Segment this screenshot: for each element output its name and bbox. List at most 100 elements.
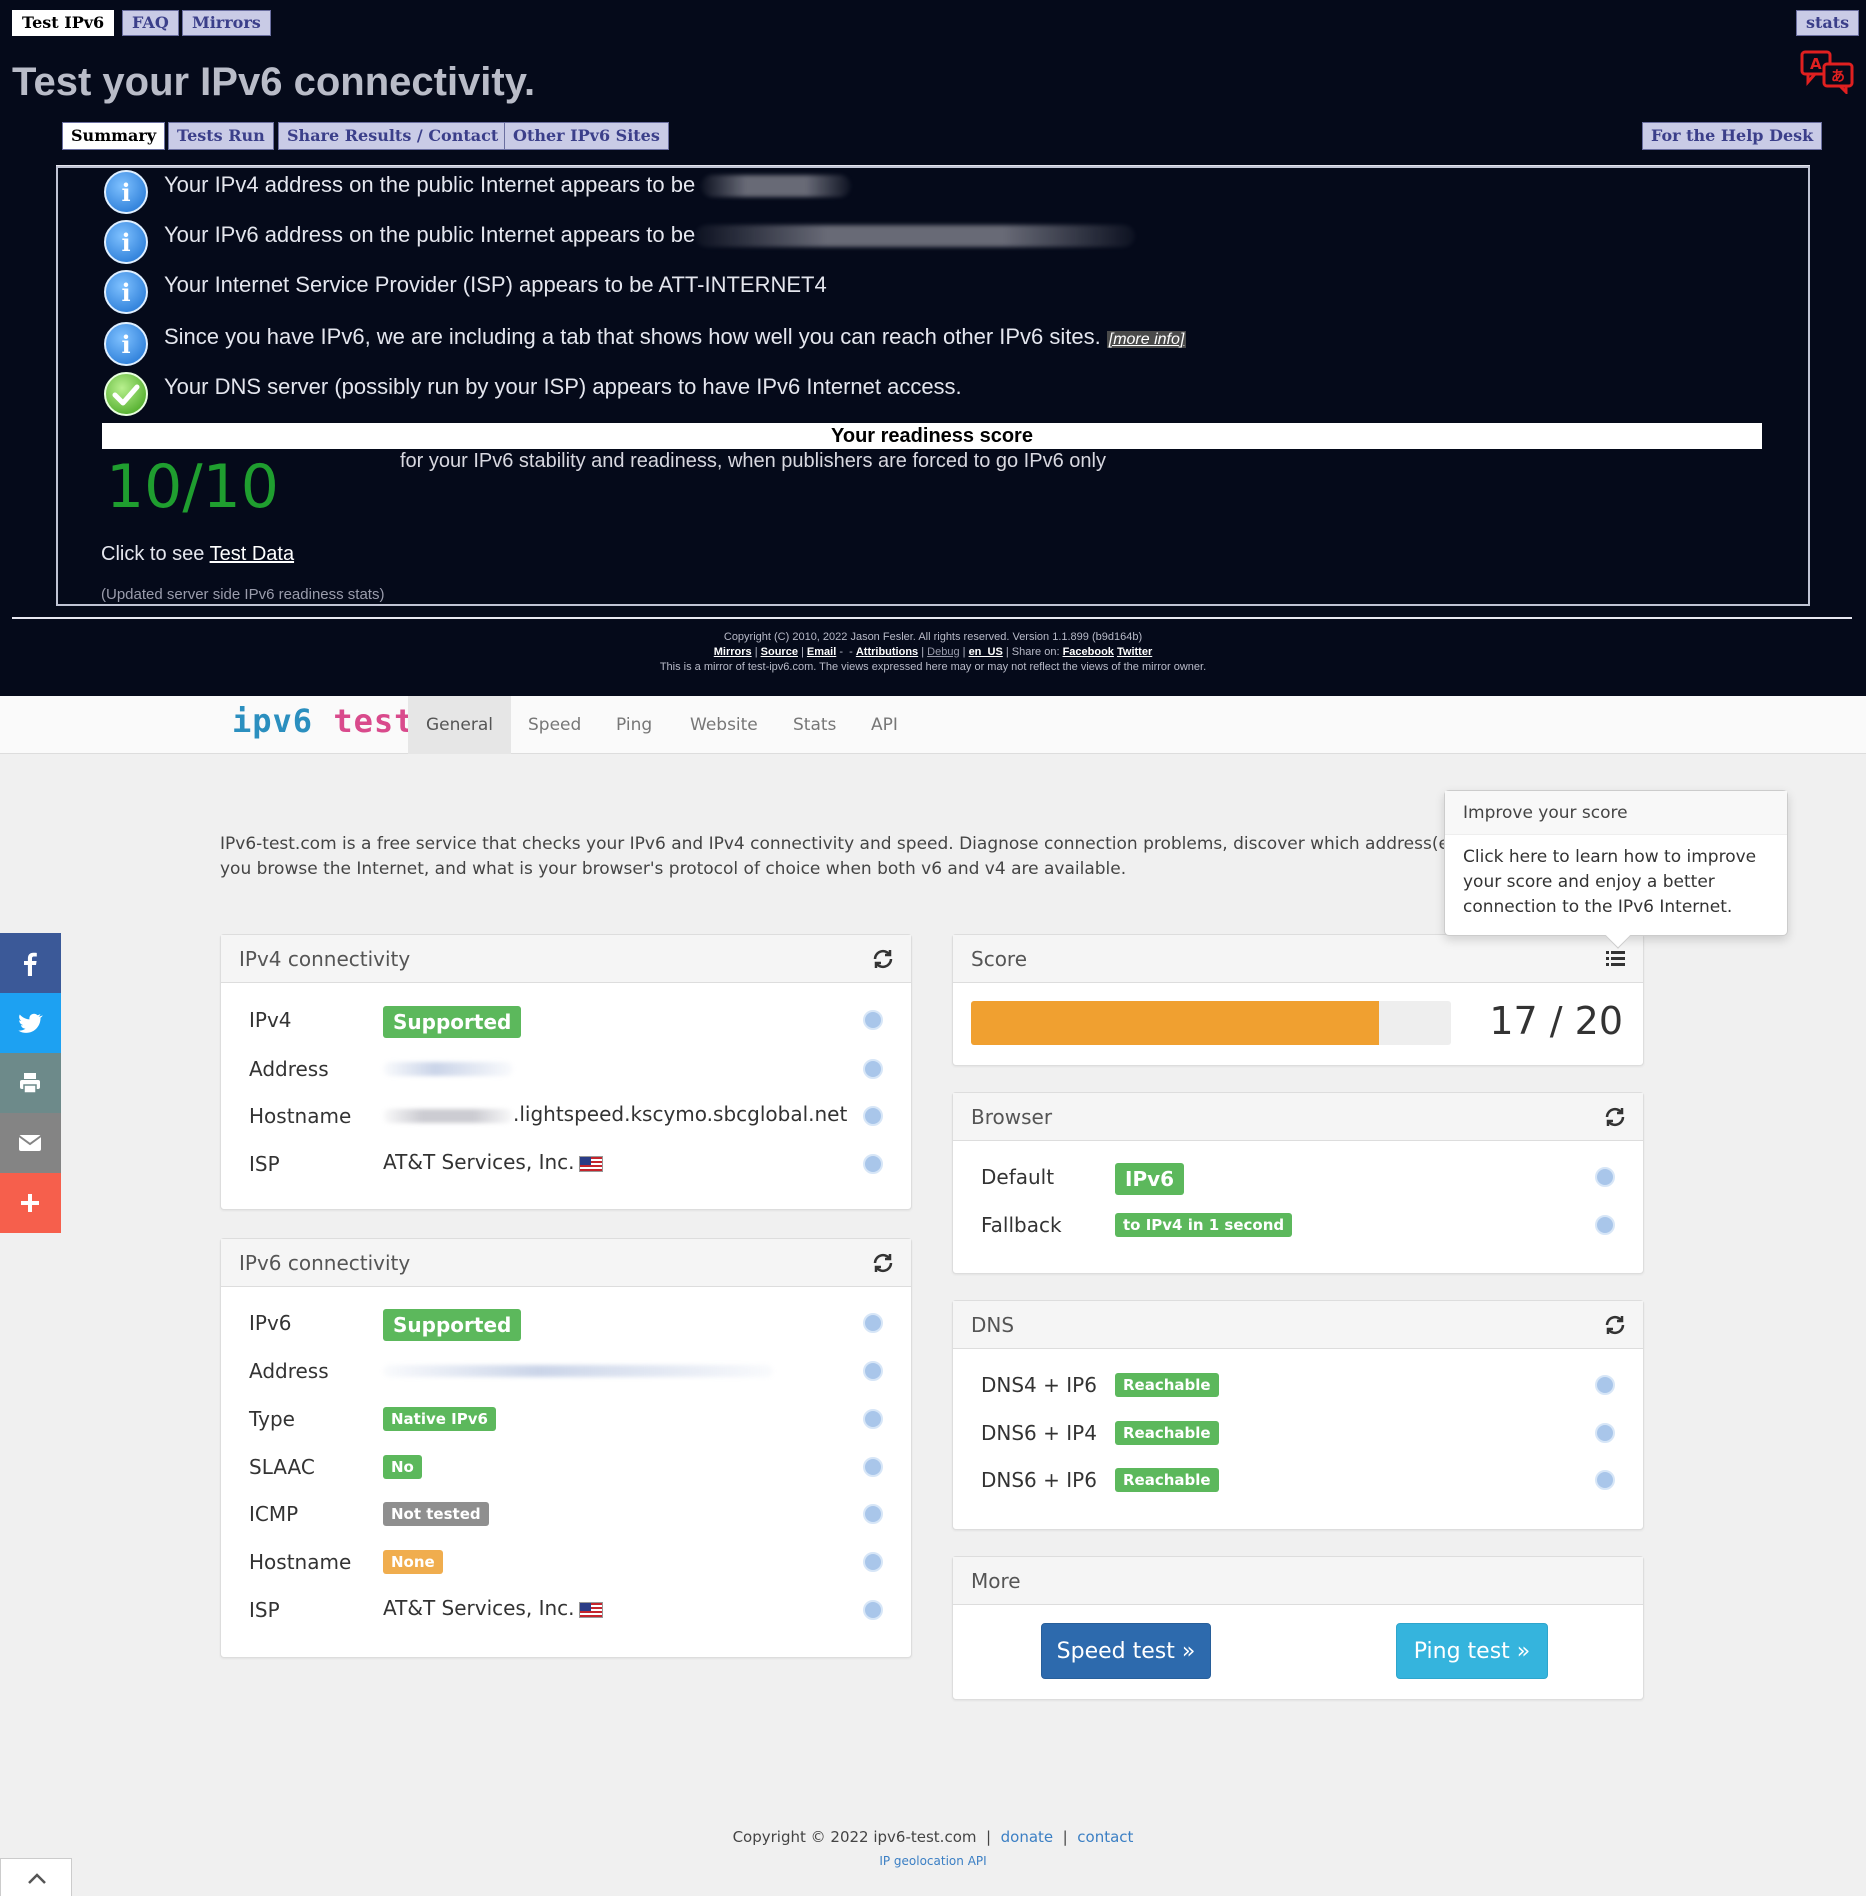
status-badge: Reachable [1115,1468,1219,1492]
facebook-icon [24,952,37,976]
twitter-share-button[interactable] [0,993,61,1053]
list-icon[interactable] [1603,947,1627,971]
nav-api[interactable]: API [853,696,916,754]
test-data-line: Click to see Test Data [101,543,295,565]
ipv6-address-row: Address [249,1353,891,1389]
ipv6-icmp-row: ICMP Not tested [249,1496,891,1532]
ipv4-support-row: IPv4 Supported [249,1002,891,1038]
twitter-link[interactable]: Twitter [1117,646,1152,658]
help-icon[interactable] [863,1361,883,1381]
twitter-icon [18,1013,43,1033]
help-icon[interactable] [1595,1215,1615,1235]
help-icon[interactable] [863,1313,883,1333]
refresh-icon[interactable] [871,1251,895,1275]
refresh-icon[interactable] [1603,1313,1627,1337]
help-icon[interactable] [863,1504,883,1524]
help-icon[interactable] [1595,1423,1615,1443]
help-icon[interactable] [863,1409,883,1429]
ipv4-hostname-row: Hostname .lightspeed.kscymo.sbcglobal.net [249,1098,891,1134]
dns-card-header: DNS [953,1301,1643,1349]
more-card: More Speed test » Ping test » [952,1556,1644,1700]
contact-link[interactable]: contact [1077,1828,1133,1846]
scroll-top-button[interactable] [0,1858,72,1896]
help-icon[interactable] [1595,1167,1615,1187]
nav-speed[interactable]: Speed [510,696,599,754]
redacted-ipv4 [701,175,852,198]
mirrors-link[interactable]: Mirrors [714,646,752,658]
redacted-ipv6 [695,225,1136,248]
donate-link[interactable]: donate [1001,1828,1054,1846]
help-icon[interactable] [863,1059,883,1079]
tab-share-results[interactable]: Share Results / Contact [278,122,508,150]
score-value: 17 / 20 [1489,999,1623,1043]
test-data-link[interactable]: Test Data [210,543,294,565]
score-card-header: Score [953,935,1643,983]
help-icon[interactable] [863,1457,883,1477]
translate-icon[interactable]: A あ [1800,50,1856,96]
plus-icon [21,1194,39,1212]
help-icon[interactable] [863,1010,883,1030]
print-icon [20,1073,40,1094]
status-badge: Reachable [1115,1373,1219,1397]
popover-body: Click here to learn how to improve your … [1463,847,1757,917]
geolocation-api-link[interactable]: IP geolocation API [0,1854,1866,1868]
nav-website[interactable]: Website [672,696,776,754]
help-icon[interactable] [863,1600,883,1620]
status-badge: No [383,1455,422,1479]
nav-general[interactable]: General [408,696,511,754]
nav-ping[interactable]: Ping [598,696,670,754]
browser-card: Browser Default IPv6 Fallback to IPv4 in 1… [952,1092,1644,1274]
tab-summary[interactable]: Summary [62,122,166,150]
refresh-icon[interactable] [1603,1105,1627,1129]
dns6-ip6-row: DNS6 + IP6 Reachable [981,1462,1623,1498]
facebook-link[interactable]: Facebook [1063,646,1114,658]
help-icon[interactable] [1595,1470,1615,1490]
more-share-button[interactable] [0,1173,61,1233]
ipv6-card-header: IPv6 connectivity [221,1239,911,1287]
locale-link[interactable]: en_US [969,646,1003,658]
print-share-button[interactable] [0,1053,61,1113]
help-icon[interactable] [863,1154,883,1174]
page-title: Test your IPv6 connectivity. [12,60,536,104]
tab-tests-run[interactable]: Tests Run [168,122,274,150]
tab-mirrors[interactable]: Mirrors [182,10,271,36]
ipv4-address-row: Address [249,1051,891,1087]
status-badge: Not tested [383,1502,489,1526]
chevron-up-icon [28,1873,46,1884]
status-badge: Native IPv6 [383,1407,496,1431]
help-icon[interactable] [1595,1375,1615,1395]
ipv6-isp-row: ISP AT&T Services, Inc. [249,1592,891,1628]
nav-stats[interactable]: Stats [775,696,854,754]
facebook-share-button[interactable] [0,933,61,993]
speed-test-button[interactable]: Speed test » [1041,1623,1211,1679]
tab-faq[interactable]: FAQ [122,10,179,36]
readiness-score: 10/10 [106,452,279,522]
tab-test-ipv6[interactable]: Test IPv6 [12,10,115,36]
help-icon[interactable] [863,1552,883,1572]
dns-card: DNS DNS4 + IP6 Reachable DNS6 + IP4 Reacha… [952,1300,1644,1530]
email-share-button[interactable] [0,1113,61,1173]
readiness-score-header: Your readiness score [102,423,1762,449]
more-info-link[interactable]: [more info] [1106,331,1187,348]
status-badge: None [383,1550,443,1574]
summary-tab-bar: Summary Tests Run Share Results / Contac… [56,122,1823,166]
tab-help-desk[interactable]: For the Help Desk [1642,122,1823,150]
ping-test-button[interactable]: Ping test » [1396,1623,1548,1679]
updated-stats-note: (Updated server side IPv6 readiness stat… [101,586,385,603]
ipv4-card-header: IPv4 connectivity [221,935,911,983]
email-link[interactable]: Email [807,646,836,658]
attributions-link[interactable]: Attributions [856,646,918,658]
improve-score-popover[interactable]: Improve your score Click here to learn h… [1444,790,1788,949]
tab-other-ipv6-sites[interactable]: Other IPv6 Sites [504,122,669,150]
site-logo[interactable]: ipv6 test [232,702,414,740]
help-icon[interactable] [863,1106,883,1126]
redacted-hostname [383,1108,513,1123]
debug-link[interactable]: Debug [927,646,959,658]
source-link[interactable]: Source [761,646,798,658]
refresh-icon[interactable] [871,947,895,971]
ipv4-isp-row: ISP AT&T Services, Inc. [249,1146,891,1182]
site-footer: Copyright © 2022 ipv6-test.com | donate … [732,1828,1134,1846]
tab-stats[interactable]: stats [1796,10,1860,36]
info-icon: i [104,170,148,214]
svg-text:あ: あ [1831,69,1845,85]
